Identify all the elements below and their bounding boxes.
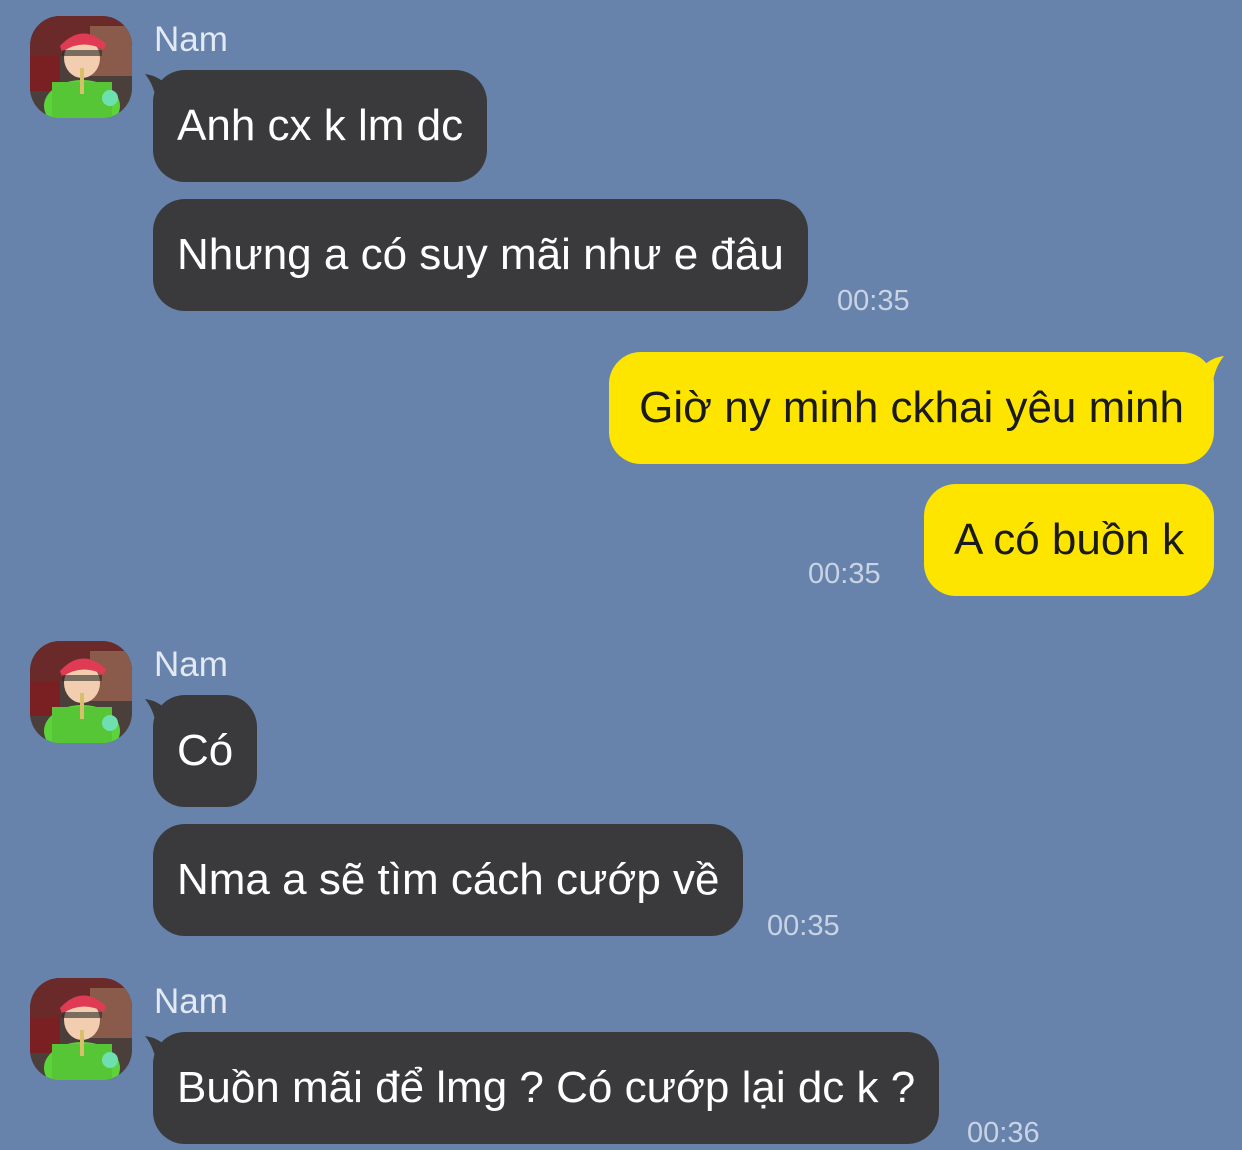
incoming-message-bubble[interactable]: Nhưng a có suy mãi như e đâu [153, 199, 808, 311]
incoming-message-bubble[interactable]: Buồn mãi để lmg ? Có cướp lại dc k ? [153, 1032, 940, 1144]
profile-photo-avatar [30, 978, 132, 1080]
incoming-message-bubble[interactable]: Có [153, 695, 258, 807]
sender-avatar[interactable] [30, 978, 132, 1080]
profile-photo-avatar [30, 641, 132, 743]
outgoing-message-bubble[interactable]: Giờ ny minh ckhai yêu minh [609, 352, 1214, 464]
sender-avatar[interactable] [30, 641, 132, 743]
incoming-message-bubble[interactable]: Nma a sẽ tìm cách cướp về [153, 824, 744, 936]
message-timestamp: 00:35 [808, 558, 881, 590]
sender-name: Nam [154, 982, 228, 1021]
message-timestamp: 00:35 [837, 285, 910, 317]
message-timestamp: 00:35 [767, 910, 840, 942]
chat-thread: Nam Anh cx k lm dc Nhưng a có suy mãi nh… [0, 0, 1242, 1150]
profile-photo-avatar [30, 16, 132, 118]
sender-avatar[interactable] [30, 16, 132, 118]
message-timestamp: 00:36 [967, 1117, 1040, 1149]
sender-name: Nam [154, 645, 228, 684]
sender-name: Nam [154, 20, 228, 59]
incoming-message-bubble[interactable]: Anh cx k lm dc [153, 70, 488, 182]
outgoing-message-bubble[interactable]: A có buồn k [924, 484, 1214, 596]
